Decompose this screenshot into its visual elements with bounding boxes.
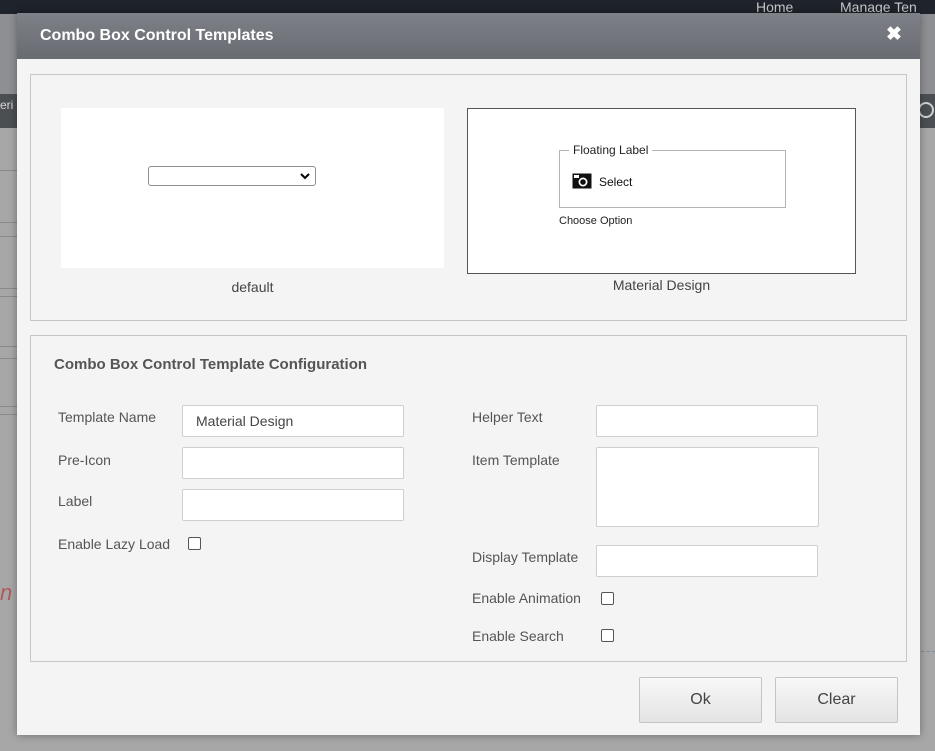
chevron-down-icon: [300, 173, 310, 180]
enable-search-label: Enable Search: [472, 628, 564, 644]
bg-divider: [0, 288, 18, 289]
ok-button[interactable]: Ok: [639, 677, 762, 723]
dialog-title: Combo Box Control Templates: [40, 27, 274, 44]
clear-button[interactable]: Clear: [775, 677, 898, 723]
display-template-input[interactable]: [596, 545, 818, 577]
item-template-textarea[interactable]: [596, 447, 819, 527]
app-top-bar: [0, 0, 935, 14]
bg-divider: [0, 414, 18, 415]
template-caption-material-design: Material Design: [612, 277, 711, 293]
bg-divider: [0, 346, 18, 347]
enable-lazy-load-label: Enable Lazy Load: [58, 536, 171, 552]
template-name-input[interactable]: [182, 405, 404, 437]
configuration-heading: Combo Box Control Template Configuration: [54, 356, 368, 373]
enable-lazy-load-checkbox[interactable]: [188, 537, 201, 550]
bg-divider: [0, 296, 18, 297]
enable-animation-checkbox[interactable]: [601, 592, 614, 605]
bg-red-fragment: n: [0, 580, 13, 605]
nav-home-link[interactable]: Home: [756, 0, 793, 14]
material-helper-text: Choose Option: [559, 215, 633, 227]
bg-divider: [0, 236, 18, 237]
template-gallery: default Floating Label Select Choose Opt…: [30, 74, 907, 321]
template-preview-default[interactable]: [61, 108, 444, 268]
material-fieldset: Floating Label Select: [559, 143, 786, 208]
helper-text-label: Helper Text: [472, 409, 543, 425]
template-name-label: Template Name: [58, 409, 157, 425]
template-configuration-panel: Combo Box Control Template Configuration…: [30, 335, 907, 662]
bg-divider: [0, 406, 18, 407]
item-template-label: Item Template: [472, 452, 560, 468]
enable-animation-label: Enable Animation: [472, 590, 581, 606]
toolbar-circle-icon: [918, 102, 934, 118]
template-preview-material-design[interactable]: Floating Label Select Choose Option: [467, 108, 856, 274]
bg-divider: [0, 222, 18, 223]
sidebar-fragment-text: eri: [0, 98, 14, 112]
enable-search-checkbox[interactable]: [601, 629, 614, 642]
combo-box-templates-dialog: Combo Box Control Templates ✖ default Fl…: [17, 13, 920, 735]
pre-icon-label: Pre-Icon: [58, 452, 111, 468]
default-select-preview: [148, 166, 316, 186]
nav-manage-tenants-link[interactable]: Manage Ten: [840, 0, 917, 14]
label-label: Label: [58, 493, 93, 509]
dialog-header: Combo Box Control Templates ✖: [17, 13, 920, 59]
camera-icon: [572, 173, 592, 189]
bg-divider: [0, 170, 18, 171]
template-caption-default: default: [231, 279, 274, 295]
display-template-label: Display Template: [472, 549, 579, 565]
helper-text-input[interactable]: [596, 405, 818, 437]
close-icon[interactable]: ✖: [883, 24, 905, 46]
pre-icon-input[interactable]: [182, 447, 404, 479]
material-select-text: Select: [599, 175, 633, 189]
floating-label: Floating Label: [569, 143, 653, 157]
bg-divider: [0, 358, 18, 359]
label-input[interactable]: [182, 489, 404, 521]
